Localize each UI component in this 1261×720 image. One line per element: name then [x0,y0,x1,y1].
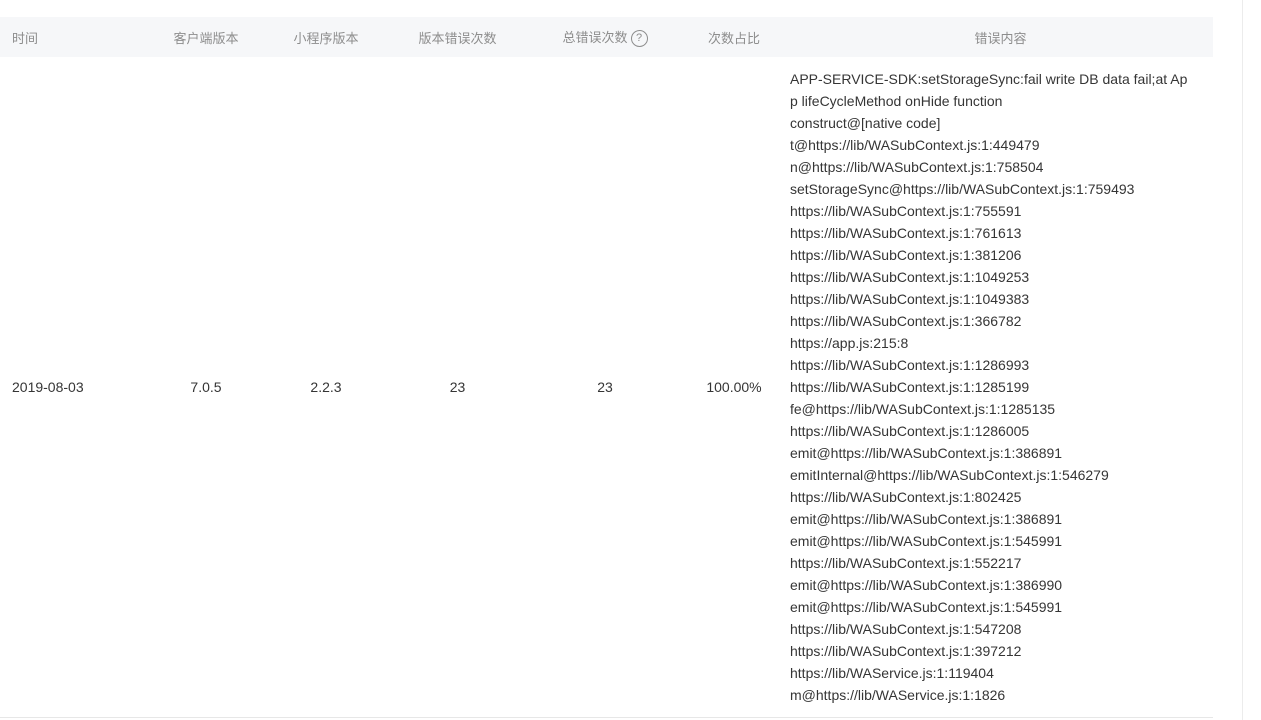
error-stack-line: emit@https://lib/WASubContext.js:1:38689… [790,445,1063,461]
header-version-error-count: 版本错误次数 [385,17,530,57]
help-icon[interactable]: ? [630,30,648,48]
error-stack-line: https://lib/WASubContext.js:1:1049253 [790,269,1030,285]
header-error-content: 错误内容 [788,17,1213,57]
error-stack-line: emit@https://lib/WASubContext.js:1:54599… [790,599,1063,615]
error-stack-line: https://lib/WASubContext.js:1:802425 [790,489,1022,505]
error-stack-line: emitInternal@https://lib/WASubContext.js… [790,467,1109,483]
header-total-error-count: 总错误次数? [530,17,680,57]
header-client-version: 客户端版本 [145,17,267,57]
error-stack-line: emit@https://lib/WASubContext.js:1:38699… [790,577,1063,593]
error-stack-line: https://lib/WAService.js:1:119404 [790,665,994,681]
error-stack-line: https://lib/WASubContext.js:1:397212 [790,643,1022,659]
error-stack-line: setStorageSync@https://lib/WASubContext.… [790,181,1135,197]
error-table: 时间 客户端版本 小程序版本 版本错误次数 总错误次数? 次数占比 错误内容 2… [0,17,1213,718]
error-stack-line: construct@[native code] [790,115,941,131]
error-stack-line: https://lib/WASubContext.js:1:1285199 [790,379,1030,395]
error-stack-line: https://lib/WASubContext.js:1:755591 [790,203,1022,219]
header-ratio: 次数占比 [680,17,788,57]
scrollbar[interactable] [1242,0,1261,720]
header-miniprogram-version: 小程序版本 [267,17,385,57]
error-stack-line: https://lib/WASubContext.js:1:552217 [790,555,1022,571]
cell-client-version: 7.0.5 [145,57,267,718]
error-stack-line: https://app.js:215:8 [790,335,909,351]
error-stack-line: https://lib/WASubContext.js:1:366782 [790,313,1022,329]
header-time: 时间 [0,17,145,57]
error-stack-line: emit@https://lib/WASubContext.js:1:38689… [790,511,1063,527]
error-stack-line: fe@https://lib/WASubContext.js:1:1285135 [790,401,1056,417]
cell-total-error-count: 23 [530,57,680,718]
error-stack-line: https://lib/WASubContext.js:1:761613 [790,225,1022,241]
cell-miniprogram-version: 2.2.3 [267,57,385,718]
table-row: 2019-08-03 7.0.5 2.2.3 23 23 100.00% APP… [0,57,1213,718]
cell-ratio: 100.00% [680,57,788,718]
error-stack-line: emit@https://lib/WASubContext.js:1:54599… [790,533,1063,549]
error-stack-line: m@https://lib/WAService.js:1:1826 [790,687,1006,703]
error-table-container: 时间 客户端版本 小程序版本 版本错误次数 总错误次数? 次数占比 错误内容 2… [0,17,1213,718]
error-stack-line: https://lib/WASubContext.js:1:1286005 [790,423,1030,439]
error-stack-line: n@https://lib/WASubContext.js:1:758504 [790,159,1044,175]
cell-error-content: APP-SERVICE-SDK:setStorageSync:fail writ… [788,57,1213,718]
table-header: 时间 客户端版本 小程序版本 版本错误次数 总错误次数? 次数占比 错误内容 [0,17,1213,57]
error-stack-line: https://lib/WASubContext.js:1:547208 [790,621,1022,637]
error-stack-line: t@https://lib/WASubContext.js:1:449479 [790,137,1040,153]
error-stack-line: https://lib/WASubContext.js:1:381206 [790,247,1022,263]
cell-version-error-count: 23 [385,57,530,718]
header-total-error-count-label: 总错误次数 [562,29,628,45]
error-stack-line: https://lib/WASubContext.js:1:1286993 [790,357,1030,373]
error-stack-line: APP-SERVICE-SDK:setStorageSync:fail writ… [790,71,1188,109]
cell-time: 2019-08-03 [0,57,145,718]
error-stack-line: https://lib/WASubContext.js:1:1049383 [790,291,1030,307]
